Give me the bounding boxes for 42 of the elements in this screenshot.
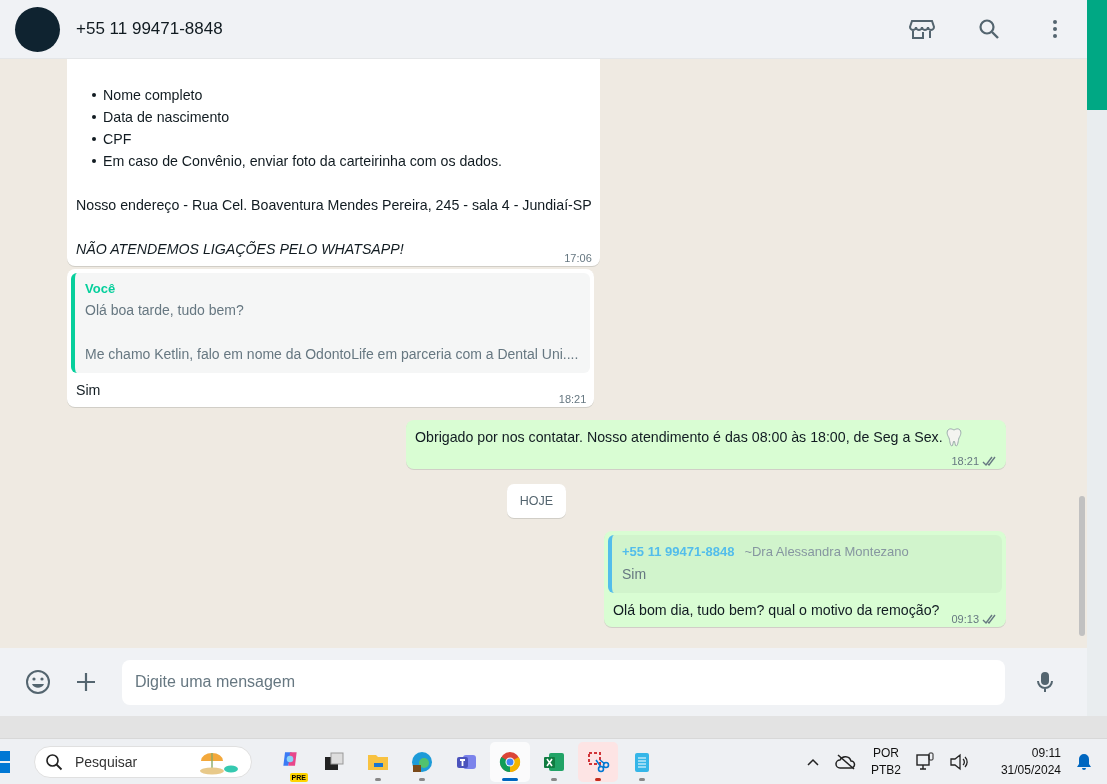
quote-author: Você [85,280,116,298]
list-item: Em caso de Convênio, enviar foto da carteirinha com os dados. [103,152,503,171]
quote-pushname: ~Dra Alessandra Montezano [744,543,909,561]
scissors-icon[interactable] [586,749,610,774]
keyboard-layout-indicator[interactable]: POR PTB2 [870,744,901,779]
bullet-icon [92,115,96,119]
list-item: CPF [103,130,132,149]
search-input[interactable]: Pesquisar [73,752,187,771]
message-time: 18:21 [558,392,587,407]
network-icon[interactable] [914,751,935,772]
search-icon[interactable] [45,752,63,771]
message-text: Nosso endereço - Rua Cel. Boaventura Mendes Pereira, 245 - sala 4 - Jundiaí-SP [76,196,592,215]
quote-author: +55 11 99471-8848 [621,543,735,561]
cloud-off-icon[interactable] [834,752,857,771]
bell-icon[interactable] [1075,752,1093,771]
windows-logo-icon[interactable] [0,748,10,775]
message-time: 18:21 [951,454,998,469]
list-item: Nome completo [103,86,203,105]
edge-icon[interactable] [410,749,434,774]
bullet-icon [92,137,96,141]
message-text: Obrigado por nos contatar. Nosso atendimento é das 08:00 às 18:00, de Seg a Sex. [415,428,943,447]
message-text: Sim [76,381,101,400]
contact-avatar[interactable] [15,6,60,52]
date-chip: HOJE [506,484,567,518]
message-text: NÃO ATENDEMOS LIGAÇÕES PELO WHATSAPP! [76,240,404,259]
message-time: 17:06 [564,251,592,266]
bullet-icon [92,93,96,97]
list-item: Data de nascimento [103,108,230,127]
bullet-icon [92,159,96,163]
scrollbar-thumb[interactable] [1079,496,1085,636]
message-input[interactable]: Digite uma mensagem [122,659,1005,705]
clock[interactable]: 09:11 31/05/2024 [1000,744,1061,779]
quote-text: Me chamo Ketlin, falo em nome da OdontoLife em parceria com a Dental Uni.... [85,345,579,364]
quoted-message[interactable]: +55 11 99471-8848 ~Dra Alessandra Montezano Sim [607,535,1002,593]
taskbar-search-field[interactable]: Pesquisar [34,745,252,778]
speaker-icon[interactable] [948,751,969,772]
quote-text: Sim [621,565,648,584]
message-time: 09:13 [951,612,998,627]
message-text: Olá bom dia, tudo bem? qual o motivo da remoção? [612,601,940,620]
quoted-message[interactable]: Você Olá boa tarde, tudo bem? Me chamo Ketlin, falo em nome da OdontoLife em parceria com a Dental Uni.... [71,273,591,373]
chrome-icon[interactable] [498,749,522,774]
quote-text: Olá boa tarde, tudo bem? [85,301,245,320]
